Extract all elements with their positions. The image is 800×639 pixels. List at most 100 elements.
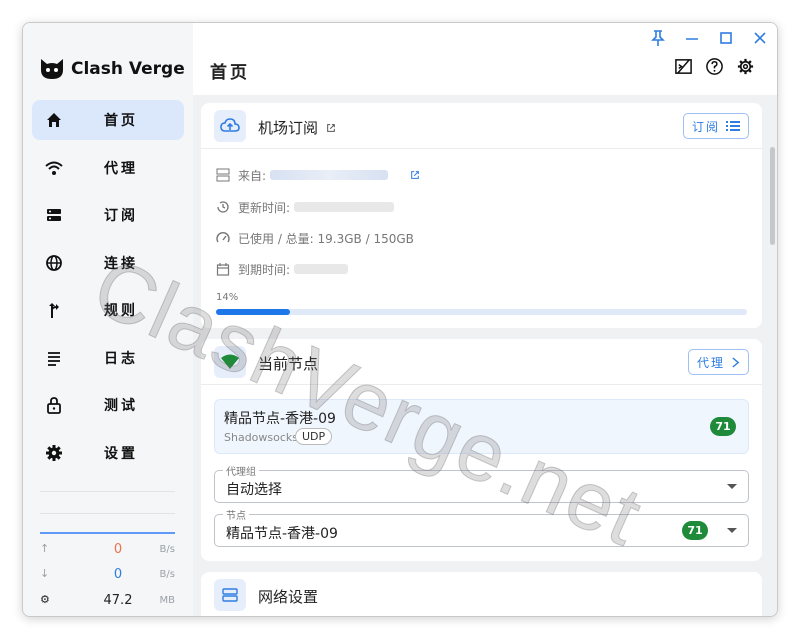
proxy-button-label: 代理 bbox=[696, 355, 725, 370]
upload-unit: B/s bbox=[159, 544, 175, 555]
maximize-icon[interactable] bbox=[717, 29, 735, 47]
arrow-down-icon: ↓ bbox=[40, 567, 50, 580]
dropdown-arrow-icon bbox=[727, 528, 737, 533]
lock-icon bbox=[47, 397, 61, 414]
sidebar-item-rules[interactable]: 规则 bbox=[32, 290, 184, 330]
page-title: 首页 bbox=[210, 63, 250, 83]
cat-logo-icon bbox=[41, 59, 63, 79]
usage-percent: 14% bbox=[216, 292, 239, 303]
current-node-card: 当前节点 代理 精品节点-香港-09 Shadowsocks UDP 71 代理… bbox=[201, 339, 762, 561]
calendar-icon bbox=[216, 263, 230, 276]
divider bbox=[40, 491, 175, 492]
pin-icon[interactable] bbox=[649, 29, 667, 47]
memory-value: 47.2 bbox=[103, 593, 133, 608]
minimize-icon[interactable] bbox=[683, 29, 701, 47]
card-title: 机场订阅 bbox=[258, 117, 336, 138]
sidebar-item-label: 订阅 bbox=[104, 208, 138, 224]
sidebar-item-home[interactable]: 首页 bbox=[32, 100, 184, 140]
window-controls bbox=[649, 29, 769, 47]
sidebar-item-connections[interactable]: 连接 bbox=[32, 243, 184, 283]
card-header: 网络设置 bbox=[201, 572, 762, 616]
info-usage: 已使用 / 总量: 19.3GB / 150GB bbox=[216, 229, 414, 247]
sidebar-item-subscription[interactable]: 订阅 bbox=[32, 195, 184, 235]
subscription-card: 机场订阅 订阅 来自: 更新时间: 已使用 / 总量: 19.3GB / 150… bbox=[201, 103, 762, 328]
node-label: 节点 bbox=[223, 507, 249, 522]
storage-icon bbox=[47, 209, 61, 221]
usage-progress-fill bbox=[216, 309, 291, 315]
external-link-icon[interactable] bbox=[410, 170, 420, 180]
expire-label: 到期时间: bbox=[238, 262, 291, 277]
memory-usage: ⚙ 47.2 MB bbox=[40, 593, 175, 609]
main-area: 首页 机场订阅 订阅 来自: 更新时间: 已使用 / 总量: 19.3GB / … bbox=[193, 23, 777, 616]
subscription-button[interactable]: 订阅 bbox=[682, 113, 749, 139]
card-header: 机场订阅 订阅 bbox=[201, 103, 762, 149]
selected-node[interactable]: 精品节点-香港-09 Shadowsocks UDP 71 bbox=[214, 399, 749, 454]
node-protocol: Shadowsocks bbox=[224, 431, 299, 444]
memory-icon: ⚙ bbox=[40, 593, 50, 606]
current-node-title: 当前节点 bbox=[258, 355, 319, 373]
home-icon bbox=[47, 113, 61, 127]
info-expire: 到期时间: bbox=[216, 260, 349, 278]
memory-unit: MB bbox=[159, 595, 176, 606]
sidebar-item-proxy[interactable]: 代理 bbox=[32, 148, 184, 188]
cloud-upload-icon bbox=[214, 110, 246, 142]
top-bar: 首页 bbox=[193, 23, 777, 95]
globe-icon bbox=[46, 254, 62, 271]
history-icon bbox=[217, 201, 229, 213]
speed-gauge-icon bbox=[216, 232, 230, 243]
proxy-button[interactable]: 代理 bbox=[687, 349, 749, 375]
terminal-icon[interactable] bbox=[674, 57, 693, 76]
node-latency-badge[interactable]: 71 bbox=[682, 521, 708, 540]
sidebar-item-label: 代理 bbox=[104, 160, 138, 177]
proxy-group-label: 代理组 bbox=[223, 463, 259, 478]
traffic-graph-line bbox=[40, 532, 175, 534]
subscription-title: 机场订阅 bbox=[258, 119, 319, 137]
wifi-icon bbox=[45, 161, 63, 175]
from-label: 来自: bbox=[238, 168, 267, 183]
latency-badge[interactable]: 71 bbox=[710, 417, 736, 436]
proxy-group-select[interactable]: 代理组 自动选择 bbox=[214, 463, 749, 503]
storage-icon bbox=[214, 579, 246, 611]
download-value: 0 bbox=[113, 567, 123, 582]
sidebar-item-label: 首页 bbox=[104, 113, 138, 129]
wifi-signal-icon bbox=[214, 346, 246, 378]
upload-speed: ↑ 0 B/s bbox=[40, 542, 175, 558]
external-link-icon[interactable] bbox=[326, 123, 336, 133]
log-lines-icon bbox=[48, 351, 60, 366]
node-select[interactable]: 节点 精品节点-香港-09 71 bbox=[214, 507, 749, 547]
blurred-expire bbox=[294, 264, 349, 274]
sidebar-item-label: 设置 bbox=[104, 445, 138, 462]
app-window: Clash Verge 首页 代理 订阅 连接 规则 日志 测试 设置 ↑ 0 … bbox=[22, 22, 778, 617]
close-icon[interactable] bbox=[751, 29, 769, 47]
node-name: 精品节点-香港-09 bbox=[224, 411, 336, 427]
usage-label: 已使用 / 总量: 19.3GB / 150GB bbox=[238, 231, 414, 246]
sidebar-item-settings[interactable]: 设置 bbox=[32, 433, 184, 473]
help-icon[interactable] bbox=[705, 57, 724, 76]
sidebar-item-label: 日志 bbox=[104, 350, 138, 367]
blurred-updated bbox=[294, 202, 395, 212]
subscription-button-label: 订阅 bbox=[691, 119, 720, 134]
sidebar-item-logs[interactable]: 日志 bbox=[32, 338, 184, 378]
server-icon bbox=[216, 168, 230, 182]
app-name: Clash Verge bbox=[71, 59, 185, 79]
scrollbar[interactable] bbox=[770, 147, 775, 245]
proxy-group-value: 自动选择 bbox=[226, 482, 282, 498]
upload-value: 0 bbox=[113, 542, 123, 557]
sidebar-item-label: 连接 bbox=[104, 255, 138, 272]
dropdown-arrow-icon bbox=[727, 484, 737, 489]
arrow-up-icon: ↑ bbox=[40, 542, 50, 555]
sidebar-item-label: 规则 bbox=[104, 303, 138, 319]
fork-icon bbox=[49, 303, 59, 318]
udp-badge: UDP bbox=[295, 428, 333, 445]
card-header: 当前节点 代理 bbox=[201, 339, 762, 385]
network-settings-card: 网络设置 bbox=[201, 572, 762, 616]
info-from: 来自: bbox=[216, 166, 420, 184]
settings-gear-icon[interactable] bbox=[736, 57, 755, 76]
divider bbox=[40, 513, 175, 514]
updated-label: 更新时间: bbox=[238, 200, 291, 215]
sidebar-item-test[interactable]: 测试 bbox=[32, 385, 184, 425]
header-actions bbox=[674, 57, 755, 76]
sidebar-nav: 首页 代理 订阅 连接 规则 日志 测试 设置 bbox=[32, 100, 184, 480]
list-icon bbox=[726, 121, 740, 131]
node-value: 精品节点-香港-09 bbox=[226, 526, 338, 542]
